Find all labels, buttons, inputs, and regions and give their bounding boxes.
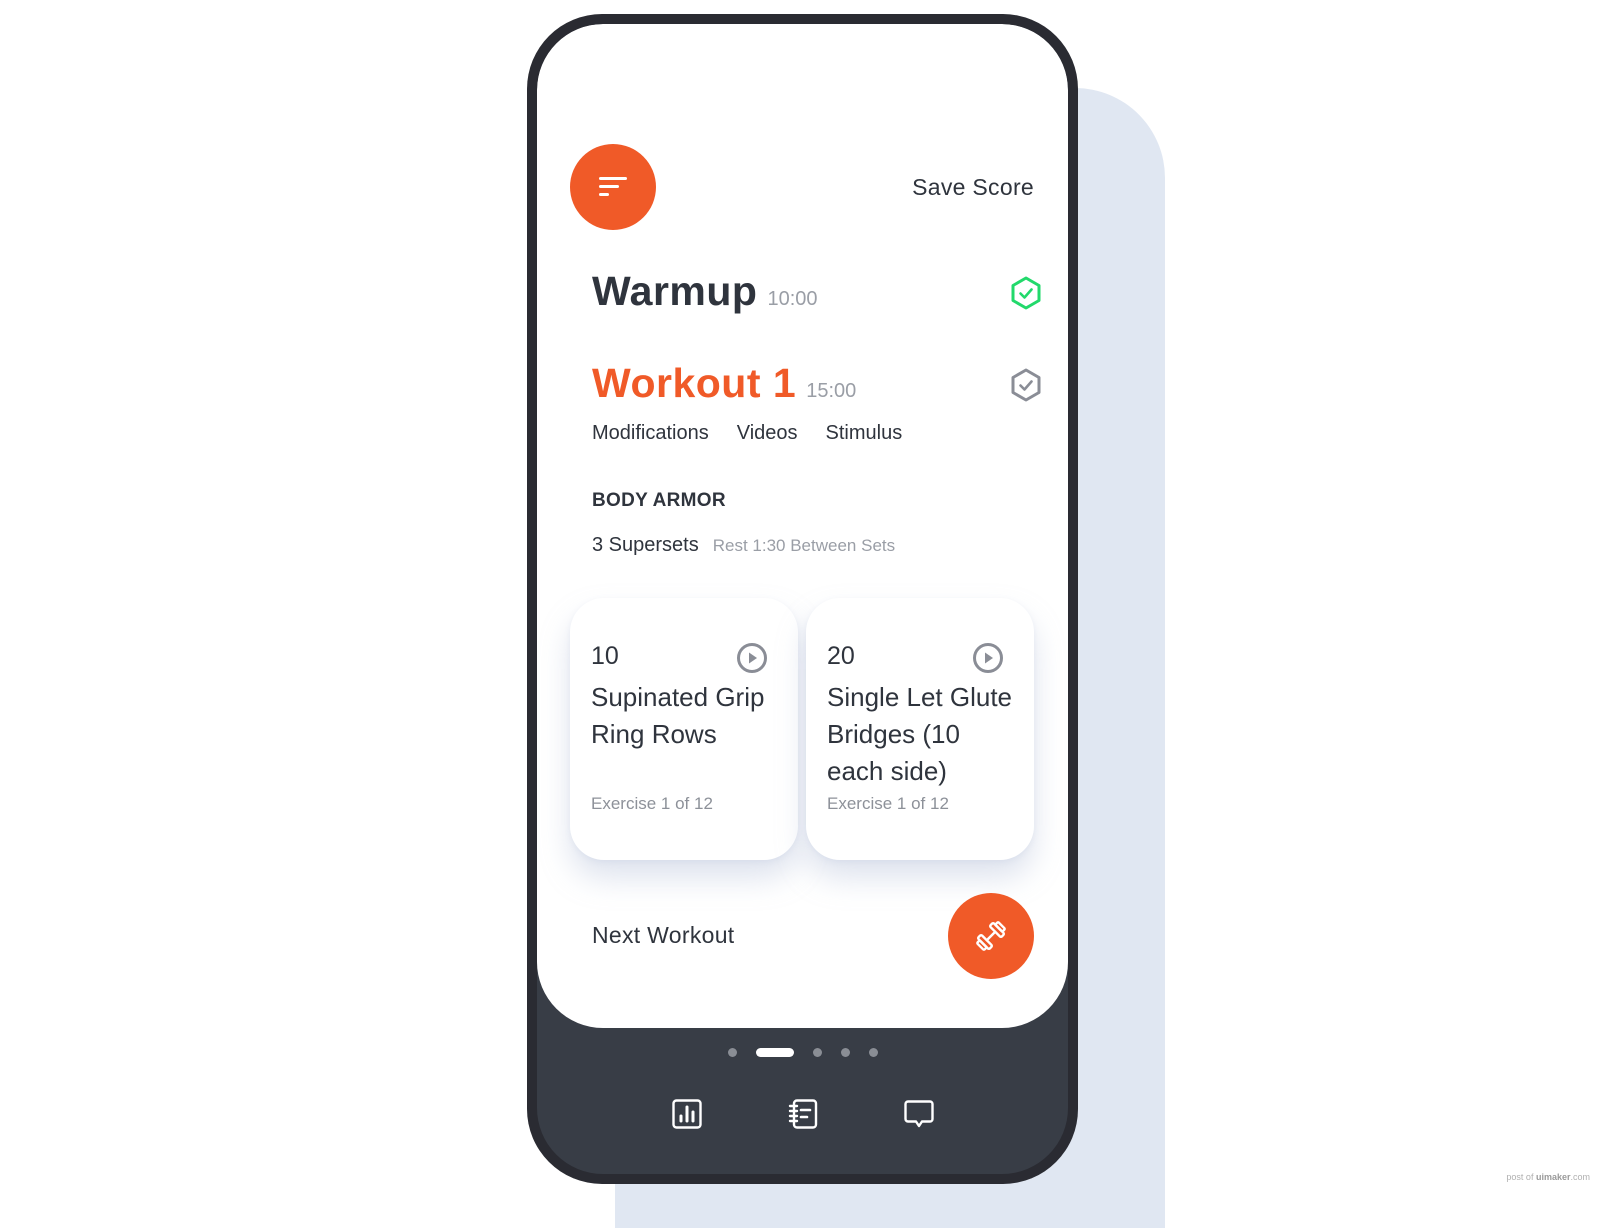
workout-tabs: Modifications Videos Stimulus bbox=[592, 422, 902, 445]
section-warmup[interactable]: Warmup 10:00 bbox=[592, 268, 1034, 315]
dumbbell-icon bbox=[976, 921, 1006, 951]
chat-bubble-icon[interactable] bbox=[903, 1098, 935, 1130]
exercise-meta: Exercise 1 of 12 bbox=[591, 794, 713, 813]
watermark-prefix: post of bbox=[1506, 1172, 1536, 1182]
exercise-name: Supinated Grip Ring Rows bbox=[591, 682, 765, 749]
next-workout-label[interactable]: Next Workout bbox=[592, 922, 735, 949]
exercise-count: 10 bbox=[591, 642, 619, 670]
play-circle-icon[interactable] bbox=[736, 642, 768, 674]
page-dot[interactable] bbox=[812, 1048, 822, 1057]
page-dot[interactable] bbox=[727, 1048, 737, 1057]
phone-body: Save Score Warmup 10:00 Workout 1 15:00 … bbox=[537, 24, 1068, 1174]
section-title: Workout 1 bbox=[592, 360, 797, 406]
next-workout-button[interactable] bbox=[948, 893, 1034, 979]
block-heading: BODY ARMOR bbox=[592, 490, 726, 511]
page-indicator bbox=[537, 1048, 1068, 1057]
play-circle-icon[interactable] bbox=[972, 642, 1004, 674]
exercise-name: Single Let Glute Bridges (10 each side) bbox=[827, 682, 1013, 786]
save-score-button[interactable]: Save Score bbox=[912, 174, 1034, 201]
bottom-nav bbox=[537, 1098, 1068, 1130]
tab-videos[interactable]: Videos bbox=[737, 422, 798, 445]
phone-frame: Save Score Warmup 10:00 Workout 1 15:00 … bbox=[527, 14, 1078, 1184]
section-time: 15:00 bbox=[806, 380, 857, 402]
sets-label: 3 Supersets bbox=[592, 534, 699, 556]
hex-check-icon bbox=[1011, 276, 1041, 310]
tab-stimulus[interactable]: Stimulus bbox=[826, 422, 903, 445]
menu-button[interactable] bbox=[570, 144, 656, 230]
section-title: Warmup bbox=[592, 268, 758, 314]
exercise-meta: Exercise 1 of 12 bbox=[827, 794, 949, 813]
watermark-suffix: .com bbox=[1570, 1172, 1590, 1182]
exercise-card[interactable]: 10 Supinated Grip Ring Rows Exercise 1 o… bbox=[570, 598, 798, 860]
exercise-count: 20 bbox=[827, 642, 855, 670]
watermark-brand: uimaker bbox=[1535, 1172, 1571, 1182]
workout-screen: Save Score Warmup 10:00 Workout 1 15:00 … bbox=[537, 24, 1068, 1028]
page-dot[interactable] bbox=[868, 1048, 878, 1057]
section-time: 10:00 bbox=[767, 288, 818, 310]
hex-check-icon[interactable] bbox=[1010, 368, 1042, 402]
tab-modifications[interactable]: Modifications bbox=[592, 422, 709, 445]
filter-lines-icon bbox=[599, 177, 627, 196]
page-dot-active[interactable] bbox=[755, 1048, 794, 1057]
page-dot[interactable] bbox=[840, 1048, 850, 1057]
rest-label: Rest 1:30 Between Sets bbox=[712, 536, 896, 555]
block-summary: 3 Supersets Rest 1:30 Between Sets bbox=[592, 534, 895, 557]
watermark: post of uimaker.com bbox=[1506, 1172, 1590, 1182]
bar-chart-icon[interactable] bbox=[671, 1098, 703, 1130]
notebook-icon[interactable] bbox=[787, 1098, 819, 1130]
section-workout-1[interactable]: Workout 1 15:00 bbox=[592, 360, 1034, 407]
exercise-card[interactable]: 20 Single Let Glute Bridges (10 each sid… bbox=[806, 598, 1034, 860]
